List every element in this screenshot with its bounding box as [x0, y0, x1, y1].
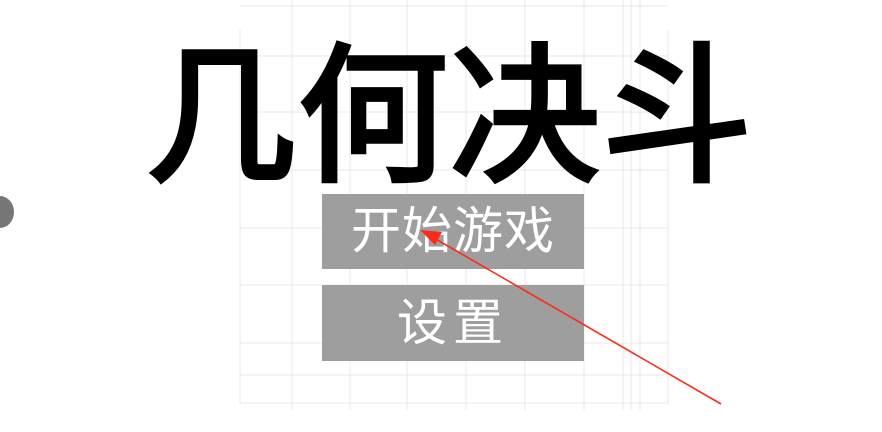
settings-label: 设置 [397, 294, 509, 352]
start-game-button[interactable]: 开始游戏 [322, 194, 584, 269]
game-title: 几何决斗 [145, 31, 754, 205]
start-game-label: 开始游戏 [351, 202, 555, 260]
game-main-menu: 几何决斗 开始游戏 设置 [0, 0, 882, 432]
settings-button[interactable]: 设置 [322, 285, 584, 361]
